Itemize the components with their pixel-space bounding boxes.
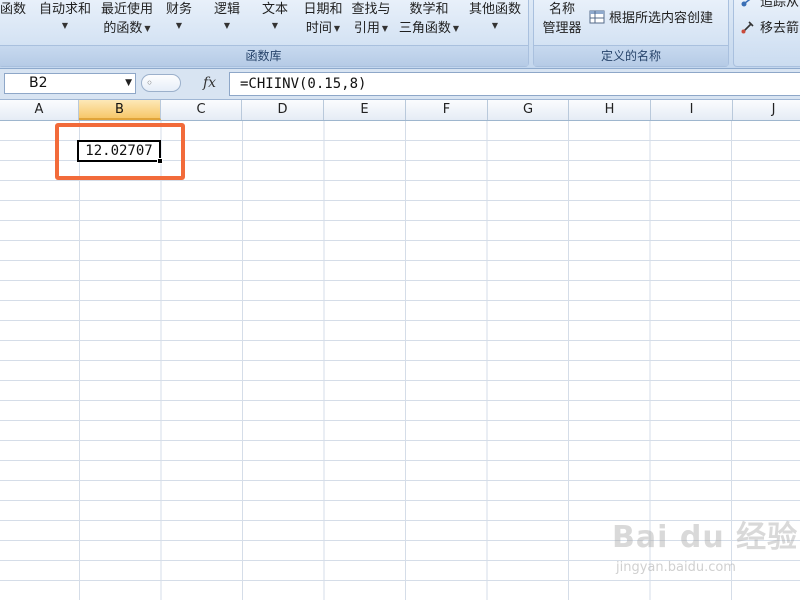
function-library-group: 函数 自动求和 ▼ 最近使用 的函数 ▼ 财务 ▼ 逻辑 ▼ 文本 ▼ 日期和 时… [0,0,529,67]
column-header-e[interactable]: E [324,100,406,120]
recent-functions-button[interactable]: 最近使用 的函数 ▼ [98,0,156,38]
chevron-down-icon: ▼ [452,24,460,33]
chevron-down-icon: ▼ [271,21,279,30]
column-header-d[interactable]: D [242,100,324,120]
column-header-f[interactable]: F [406,100,488,120]
table-grid-icon [589,10,605,23]
ribbon: 函数 自动求和 ▼ 最近使用 的函数 ▼ 财务 ▼ 逻辑 ▼ 文本 ▼ 日期和 时… [0,0,800,69]
column-header-g[interactable]: G [488,100,569,120]
chevron-down-icon: ▼ [144,24,151,33]
insert-function-button[interactable]: 函数 [0,0,29,19]
name-manager-button[interactable]: 名称 管理器 [538,0,586,38]
baidu-watermark-url: jingyan.baidu.com [616,560,736,575]
create-from-selection-button[interactable]: 根据所选内容创建 [589,7,713,26]
math-trig-button[interactable]: 数学和 三角函数 ▼ [397,0,461,38]
column-header-i[interactable]: I [651,100,733,120]
financial-button[interactable]: 财务 ▼ [162,0,196,33]
column-header-h[interactable]: H [569,100,651,120]
chevron-down-icon: ▼ [61,21,69,30]
formula-input[interactable]: =CHIINV(0.15,8) [229,72,800,96]
column-header-j[interactable]: J [733,100,800,120]
formula-bar: B2 ▼ ◦ fx =CHIINV(0.15,8) [0,69,800,100]
remove-arrows-button[interactable]: 移去箭 [740,17,799,36]
autosum-button[interactable]: 自动求和 ▼ [35,0,95,33]
text-button[interactable]: 文本 ▼ [258,0,292,33]
baidu-watermark: Bai du 经验 [612,520,799,555]
column-header-b[interactable]: B [79,100,161,120]
datetime-button[interactable]: 日期和 时间 ▼ [301,0,345,38]
active-cell-b2[interactable]: 12.02707 [77,140,161,162]
trace-button[interactable]: 追踪从 [740,0,799,10]
lookup-reference-button[interactable]: 查找与 引用 ▼ [349,0,393,38]
logical-button[interactable]: 逻辑 ▼ [210,0,244,33]
column-header-c[interactable]: C [161,100,242,120]
function-library-label: 函数库 [0,45,528,66]
chevron-down-icon[interactable]: ▼ [125,74,132,93]
grip-icon: ◦ [146,76,154,90]
chevron-down-icon: ▼ [491,21,499,30]
trace-arrow-icon [741,0,750,6]
chevron-down-icon: ▼ [175,21,183,30]
chevron-down-icon: ▼ [333,24,341,33]
chevron-down-icon: ▼ [223,21,231,30]
defined-names-group: 名称 管理器 根据所选内容创建 定义的名称 [533,0,729,67]
defined-names-label: 定义的名称 [534,45,728,66]
column-header-a[interactable]: A [0,100,79,120]
more-functions-button[interactable]: 其他函数 ▼ [466,0,524,33]
fill-handle[interactable] [157,158,163,164]
column-headers: A B C D E F G H I J [0,100,800,121]
chevron-down-icon: ▼ [381,24,389,33]
name-box[interactable]: B2 ▼ [4,73,136,94]
formula-auditing-group: 追踪从 移去箭 [733,0,800,67]
remove-arrows-icon [741,20,754,33]
insert-function-fx-button[interactable]: fx [203,73,216,94]
